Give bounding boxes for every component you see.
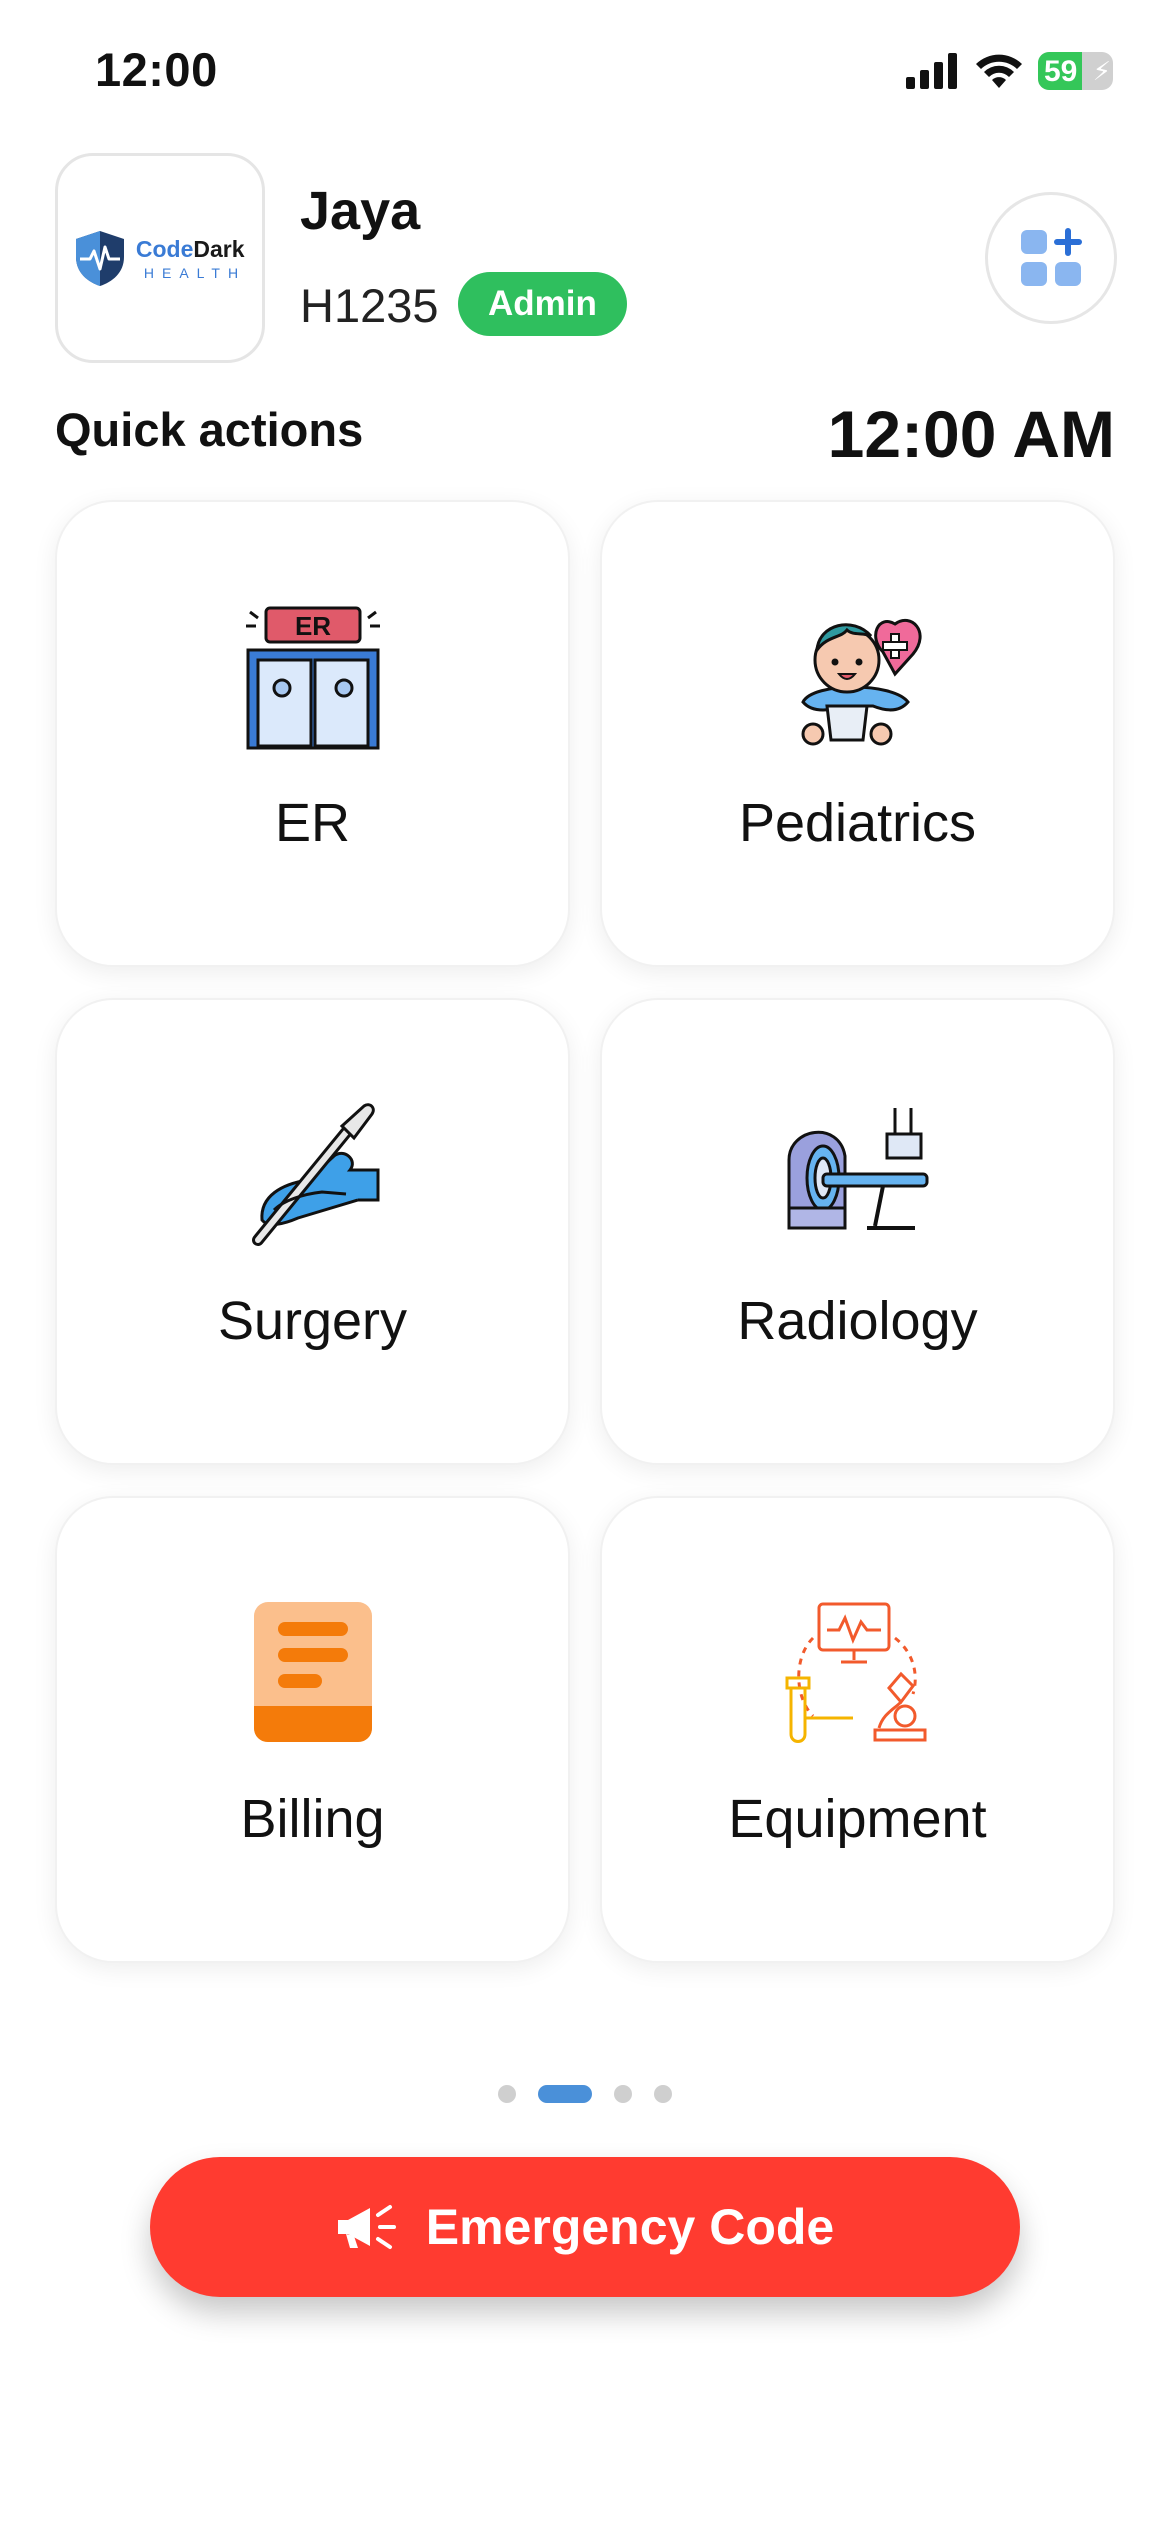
page-indicator[interactable]: [0, 2085, 1170, 2103]
page-dot[interactable]: [614, 2085, 632, 2103]
mri-scanner-icon: [787, 1108, 928, 1230]
tile-pediatrics[interactable]: Pediatrics: [600, 500, 1115, 967]
tile-label-surgery: Surgery: [217, 1291, 408, 1351]
shield-heartbeat-icon: [75, 231, 124, 286]
wifi-icon: [976, 54, 1022, 88]
tile-label-pediatrics: Pediatrics: [738, 793, 977, 853]
cellular-signal-icon: [906, 53, 957, 89]
apps-add-icon: [1021, 228, 1082, 286]
status-time: 12:00: [95, 43, 218, 96]
logo-word-code: Code: [135, 235, 194, 262]
status-bar: 12:00 59 ⚡: [0, 0, 1170, 150]
scalpel-hand-icon: [251, 1103, 379, 1246]
tile-billing[interactable]: Billing: [55, 1496, 570, 1963]
role-badge: Admin: [458, 272, 627, 336]
user-name: Jaya: [300, 181, 421, 241]
tile-radiology[interactable]: Radiology: [600, 998, 1115, 1465]
battery-charging-icon: 59 ⚡: [1038, 52, 1113, 90]
er-doors-icon: ER: [245, 606, 380, 750]
hospital-logo: CodeDark HEALTH: [55, 153, 265, 363]
page-dot[interactable]: [538, 2085, 592, 2103]
tile-label-equipment: Equipment: [728, 1789, 987, 1849]
tile-surgery[interactable]: Surgery: [55, 998, 570, 1465]
emergency-code-button[interactable]: Emergency Code: [150, 2157, 1020, 2297]
tile-er[interactable]: ER ER: [55, 500, 570, 967]
apps-button[interactable]: [985, 192, 1117, 324]
quick-actions-title: Quick actions: [55, 403, 364, 456]
page-dot[interactable]: [498, 2085, 516, 2103]
user-id: H1235: [300, 279, 439, 332]
megaphone-icon: [337, 2205, 396, 2249]
battery-percent: 59: [1044, 55, 1078, 88]
tile-label-radiology: Radiology: [737, 1291, 978, 1351]
lab-equipment-icon: [785, 1602, 926, 1743]
screen: 12:00 59 ⚡ CodeDark HEALTH Jaya H1235 Ad…: [0, 0, 1170, 2532]
tile-equipment[interactable]: Equipment: [600, 1496, 1115, 1963]
logo-word-health: HEALTH: [143, 264, 247, 281]
clock: 12:00 AM: [827, 397, 1115, 471]
bill-document-icon: [253, 1602, 372, 1742]
svg-text:ER: ER: [294, 611, 330, 641]
logo-word-dark: Dark: [193, 235, 245, 262]
tile-label-er: ER: [274, 793, 350, 853]
baby-heart-icon: [800, 618, 921, 746]
emergency-code-label: Emergency Code: [425, 2199, 835, 2255]
bolt-icon: ⚡: [1092, 56, 1111, 86]
tile-label-billing: Billing: [240, 1789, 385, 1849]
page-dot[interactable]: [654, 2085, 672, 2103]
status-icons: 59 ⚡: [906, 52, 1113, 90]
